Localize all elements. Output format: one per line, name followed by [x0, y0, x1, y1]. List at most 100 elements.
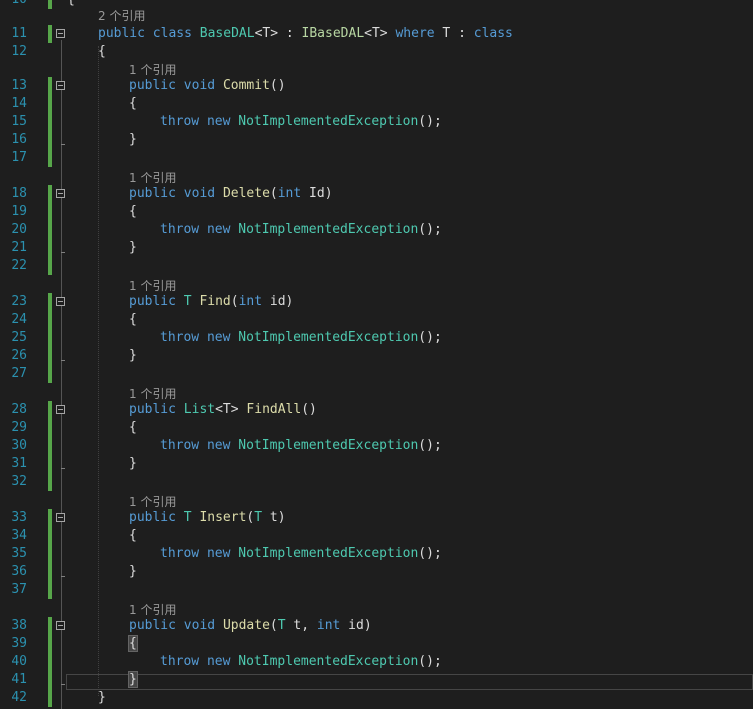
exception-type: NotImplementedException — [238, 330, 419, 345]
code-text: throw new NotImplementedException(); — [160, 114, 442, 129]
keyword: public — [129, 78, 176, 93]
code-line[interactable]: 26} — [0, 347, 753, 365]
line-number: 32 — [11, 474, 27, 489]
collapse-toggle-icon[interactable] — [56, 297, 65, 306]
line-number: 30 — [11, 438, 27, 453]
code-line[interactable]: 18 public void Delete(int Id) — [0, 185, 753, 203]
code-line[interactable]: 30 throw new NotImplementedException(); — [0, 437, 753, 455]
change-marker — [48, 203, 52, 221]
code-line[interactable]: 34 { — [0, 527, 753, 545]
change-marker — [48, 131, 52, 149]
keyword: void — [183, 186, 216, 201]
line-number: 16 — [11, 132, 27, 147]
change-marker — [48, 653, 52, 671]
code-line[interactable]: 23 public T Find(int id) — [0, 293, 753, 311]
change-marker — [48, 455, 52, 473]
code-line[interactable]: 29 { — [0, 419, 753, 437]
line-number: 17 — [11, 150, 27, 165]
code-editor[interactable]: 10 {2 个引用 11 public class BaseDAL<T> : IBas… — [0, 0, 753, 709]
collapse-toggle-icon[interactable] — [56, 621, 65, 630]
code-line[interactable]: 42} — [0, 689, 753, 707]
change-marker — [48, 185, 52, 203]
code-line[interactable]: 41} — [0, 671, 753, 689]
change-marker — [48, 581, 52, 599]
code-line[interactable]: 31} — [0, 455, 753, 473]
code-line[interactable]: 28 public List<T> FindAll() — [0, 401, 753, 419]
change-marker — [48, 311, 52, 329]
change-marker — [48, 77, 52, 95]
code-line[interactable]: 11 public class BaseDAL<T> : IBaseDAL<T> … — [0, 25, 753, 43]
code-line[interactable]: 14 { — [0, 95, 753, 113]
throw-keyword: throw — [160, 114, 200, 129]
fold-end-tick — [61, 252, 65, 253]
code-line[interactable]: 24 { — [0, 311, 753, 329]
code-line[interactable]: 17 — [0, 149, 753, 167]
method-name: Update — [222, 618, 270, 633]
keyword: public — [129, 402, 176, 417]
type-param: T — [277, 618, 286, 633]
keyword: void — [183, 618, 216, 633]
code-line[interactable]: 21} — [0, 239, 753, 257]
code-line[interactable]: 13 public void Commit() — [0, 77, 753, 95]
type-param: T — [183, 510, 192, 525]
code-line[interactable]: 12 { — [0, 43, 753, 61]
collapse-toggle-icon[interactable] — [56, 513, 65, 522]
code-line[interactable]: 38 public void Update(T t, int id) — [0, 617, 753, 635]
line-number: 25 — [11, 330, 27, 345]
line-number: 18 — [11, 186, 27, 201]
change-marker — [48, 329, 52, 347]
codelens-references[interactable]: 2 个引用 — [98, 7, 145, 25]
code-line[interactable]: 32 — [0, 473, 753, 491]
code-text: { — [128, 635, 138, 653]
collapse-toggle-icon[interactable] — [56, 405, 65, 414]
exception-type: NotImplementedException — [238, 654, 419, 669]
code-text: public void Delete(int Id) — [129, 186, 333, 201]
exception-type: NotImplementedException — [238, 438, 419, 453]
change-marker — [48, 437, 52, 455]
line-number: 15 — [11, 114, 27, 129]
code-line[interactable]: 25 throw new NotImplementedException(); — [0, 329, 753, 347]
collapse-toggle-icon[interactable] — [56, 29, 65, 38]
change-marker — [48, 365, 52, 383]
change-marker — [48, 239, 52, 257]
line-number: 21 — [11, 240, 27, 255]
change-marker — [48, 347, 52, 365]
code-line[interactable]: 35 throw new NotImplementedException(); — [0, 545, 753, 563]
code-text: } — [129, 564, 137, 579]
code-line[interactable]: 19 { — [0, 203, 753, 221]
method-name: Find — [199, 294, 231, 309]
code-line[interactable]: 37 — [0, 581, 753, 599]
collapse-toggle-icon[interactable] — [56, 81, 65, 90]
change-marker — [48, 509, 52, 527]
matching-brace: { — [128, 635, 138, 652]
code-text: { — [129, 204, 137, 219]
code-line[interactable]: 39 { — [0, 635, 753, 653]
change-marker — [48, 617, 52, 635]
method-name: FindAll — [246, 402, 302, 417]
line-number: 37 — [11, 582, 27, 597]
exception-type: NotImplementedException — [238, 546, 419, 561]
code-line[interactable]: 22 — [0, 257, 753, 275]
type-param: T — [254, 510, 263, 525]
keyword: public — [129, 294, 176, 309]
change-marker — [48, 473, 52, 491]
code-text: throw new NotImplementedException(); — [160, 222, 442, 237]
code-text: } — [128, 671, 138, 689]
code-line[interactable]: 16} — [0, 131, 753, 149]
change-marker — [48, 257, 52, 275]
line-number: 34 — [11, 528, 27, 543]
code-line[interactable]: 15 throw new NotImplementedException(); — [0, 113, 753, 131]
code-line[interactable]: 36} — [0, 563, 753, 581]
code-line[interactable]: 40 throw new NotImplementedException(); — [0, 653, 753, 671]
keyword: public — [129, 186, 176, 201]
change-marker — [48, 95, 52, 113]
code-line[interactable]: 27 — [0, 365, 753, 383]
code-text: public void Commit() — [129, 78, 286, 93]
line-number: 39 — [11, 636, 27, 651]
code-line[interactable]: 20 throw new NotImplementedException(); — [0, 221, 753, 239]
code-text: throw new NotImplementedException(); — [160, 438, 442, 453]
line-number: 26 — [11, 348, 27, 363]
collapse-toggle-icon[interactable] — [56, 189, 65, 198]
code-line[interactable]: 33 public T Insert(T t) — [0, 509, 753, 527]
line-number: 11 — [11, 26, 27, 41]
